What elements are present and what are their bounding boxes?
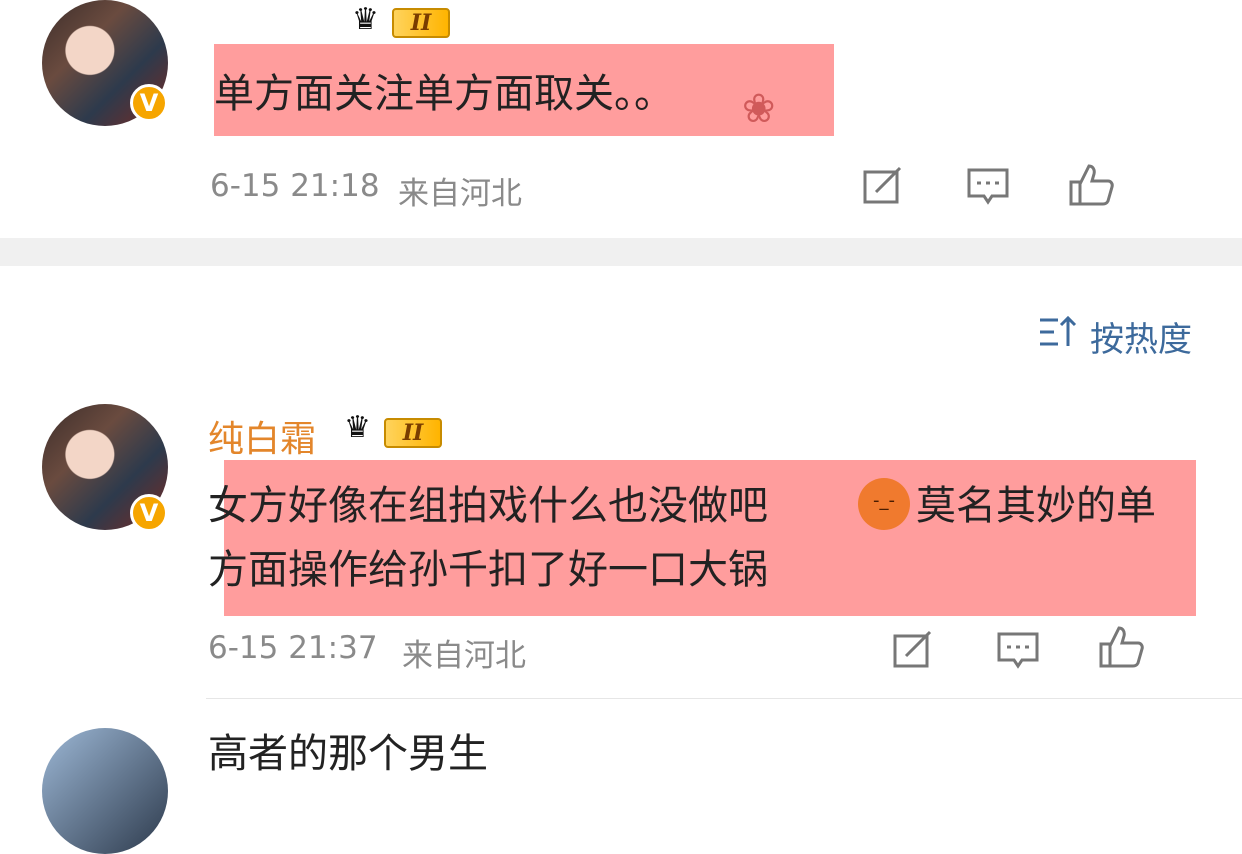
level-badge: II [392,8,450,38]
comment-text: 单方面关注单方面取关。。 [214,71,674,117]
comment-location: 来自河北 [398,176,522,212]
sort-by-hot-button[interactable]: 按热度 [1090,312,1192,361]
sticker-image: ❀ [742,86,776,132]
comment-timestamp: 6-15 21:37 [208,630,378,666]
comment-text-line1-cont: 莫名其妙的单 [916,483,1156,529]
level-badge: II [384,418,442,448]
verified-badge-icon: V [130,494,168,532]
username[interactable]: 纯白霜 [208,410,316,462]
comment-text: 高者的那个男生 [208,731,488,777]
avatar[interactable] [42,728,168,854]
comment-timestamp: 6-15 21:18 [210,168,380,204]
sort-icon[interactable] [1038,314,1078,350]
thumbs-up-icon[interactable] [1098,624,1146,670]
crown-icon: ♛ [344,410,371,445]
verified-badge-icon: V [130,84,168,122]
comment-divider [206,698,1242,699]
comment-icon[interactable] [966,166,1010,208]
comment-location: 来自河北 [402,638,526,674]
comment-icon[interactable] [996,630,1040,672]
crown-icon: ♛ [352,2,379,37]
thumbs-up-icon[interactable] [1068,162,1116,208]
section-divider [0,238,1242,266]
comment-text-line2: 方面操作给孙千扣了好一口大锅 [208,547,768,593]
speechless-emoji-icon: -_- [858,478,910,530]
share-icon[interactable] [862,166,904,206]
share-icon[interactable] [892,630,934,670]
comment-text-line1: 女方好像在组拍戏什么也没做吧 [208,483,768,529]
